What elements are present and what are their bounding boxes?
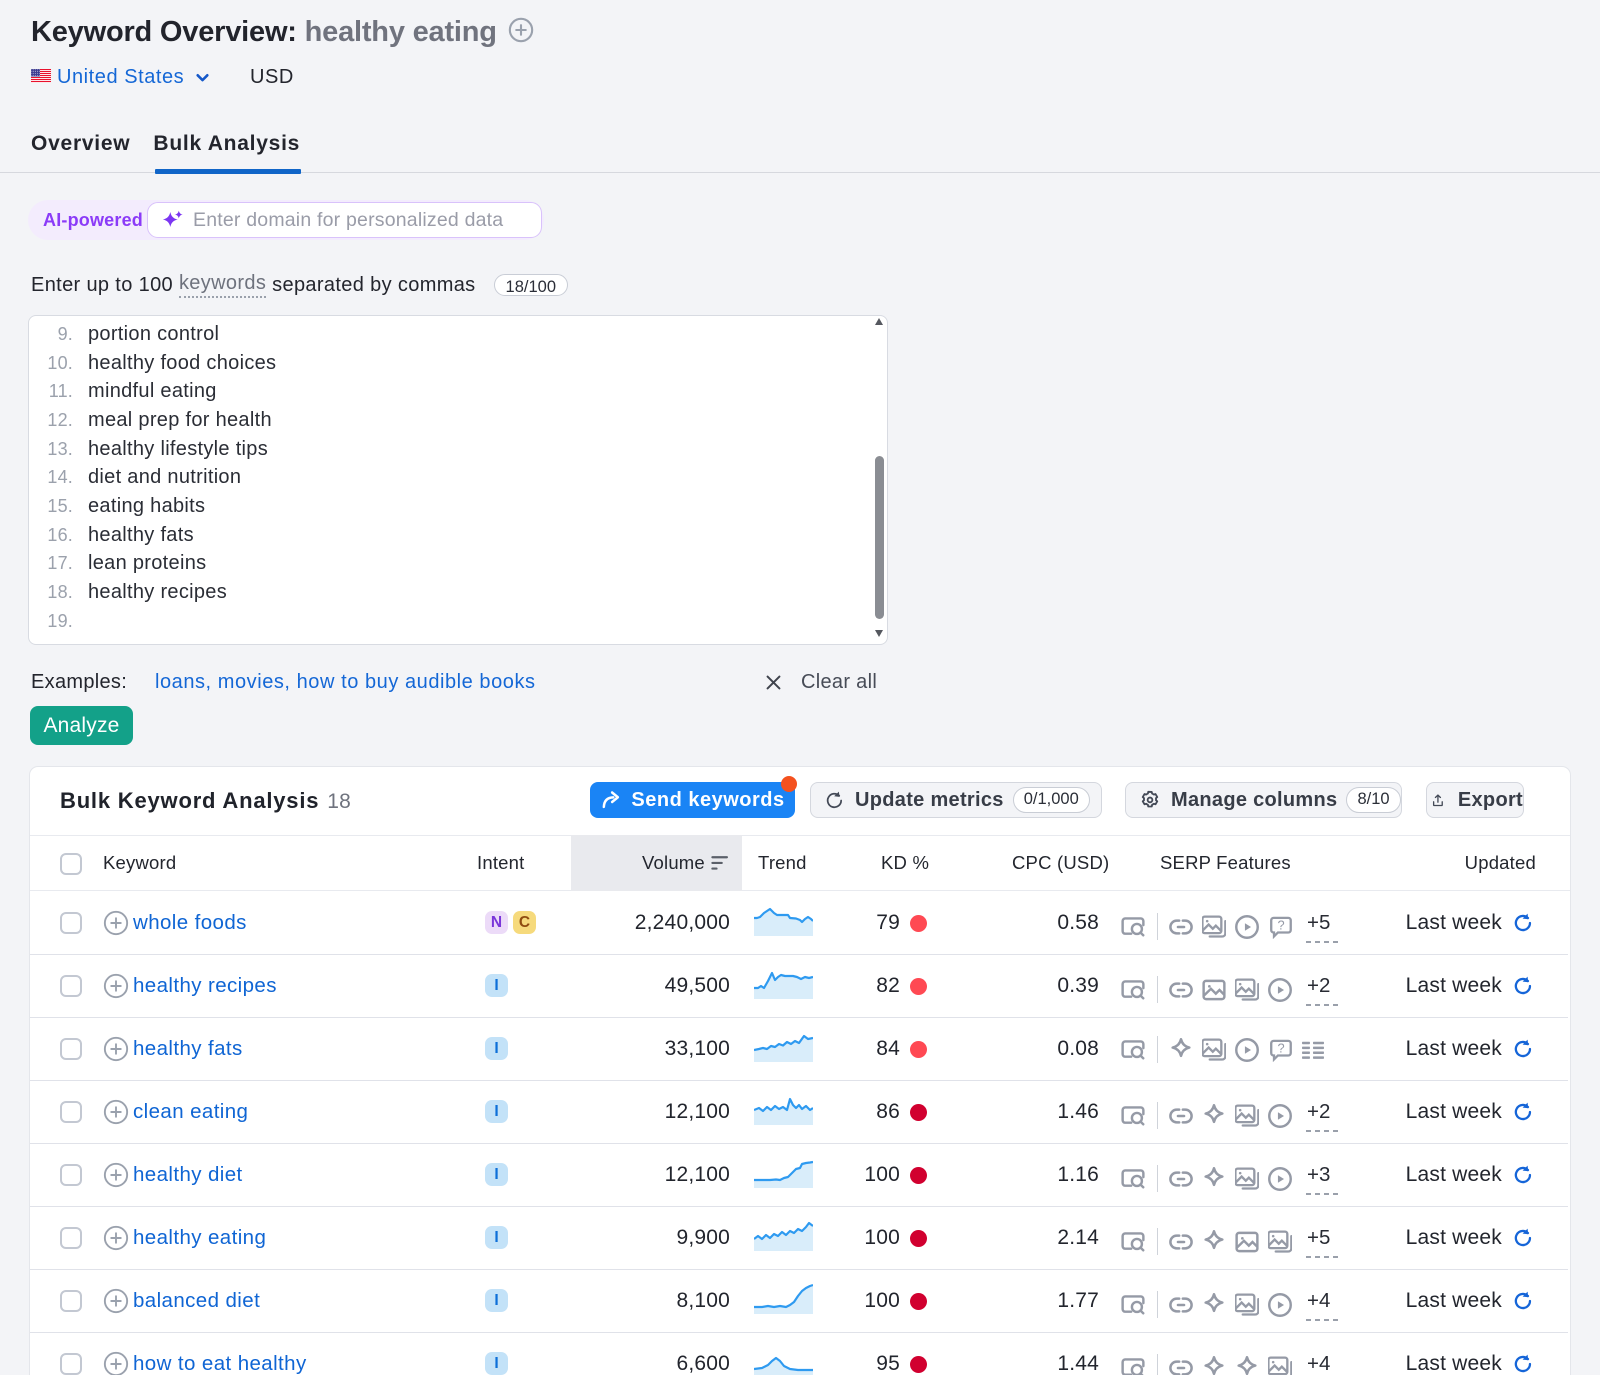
svg-text:?: ? (1278, 918, 1285, 933)
svg-text:?: ? (1278, 1041, 1285, 1056)
